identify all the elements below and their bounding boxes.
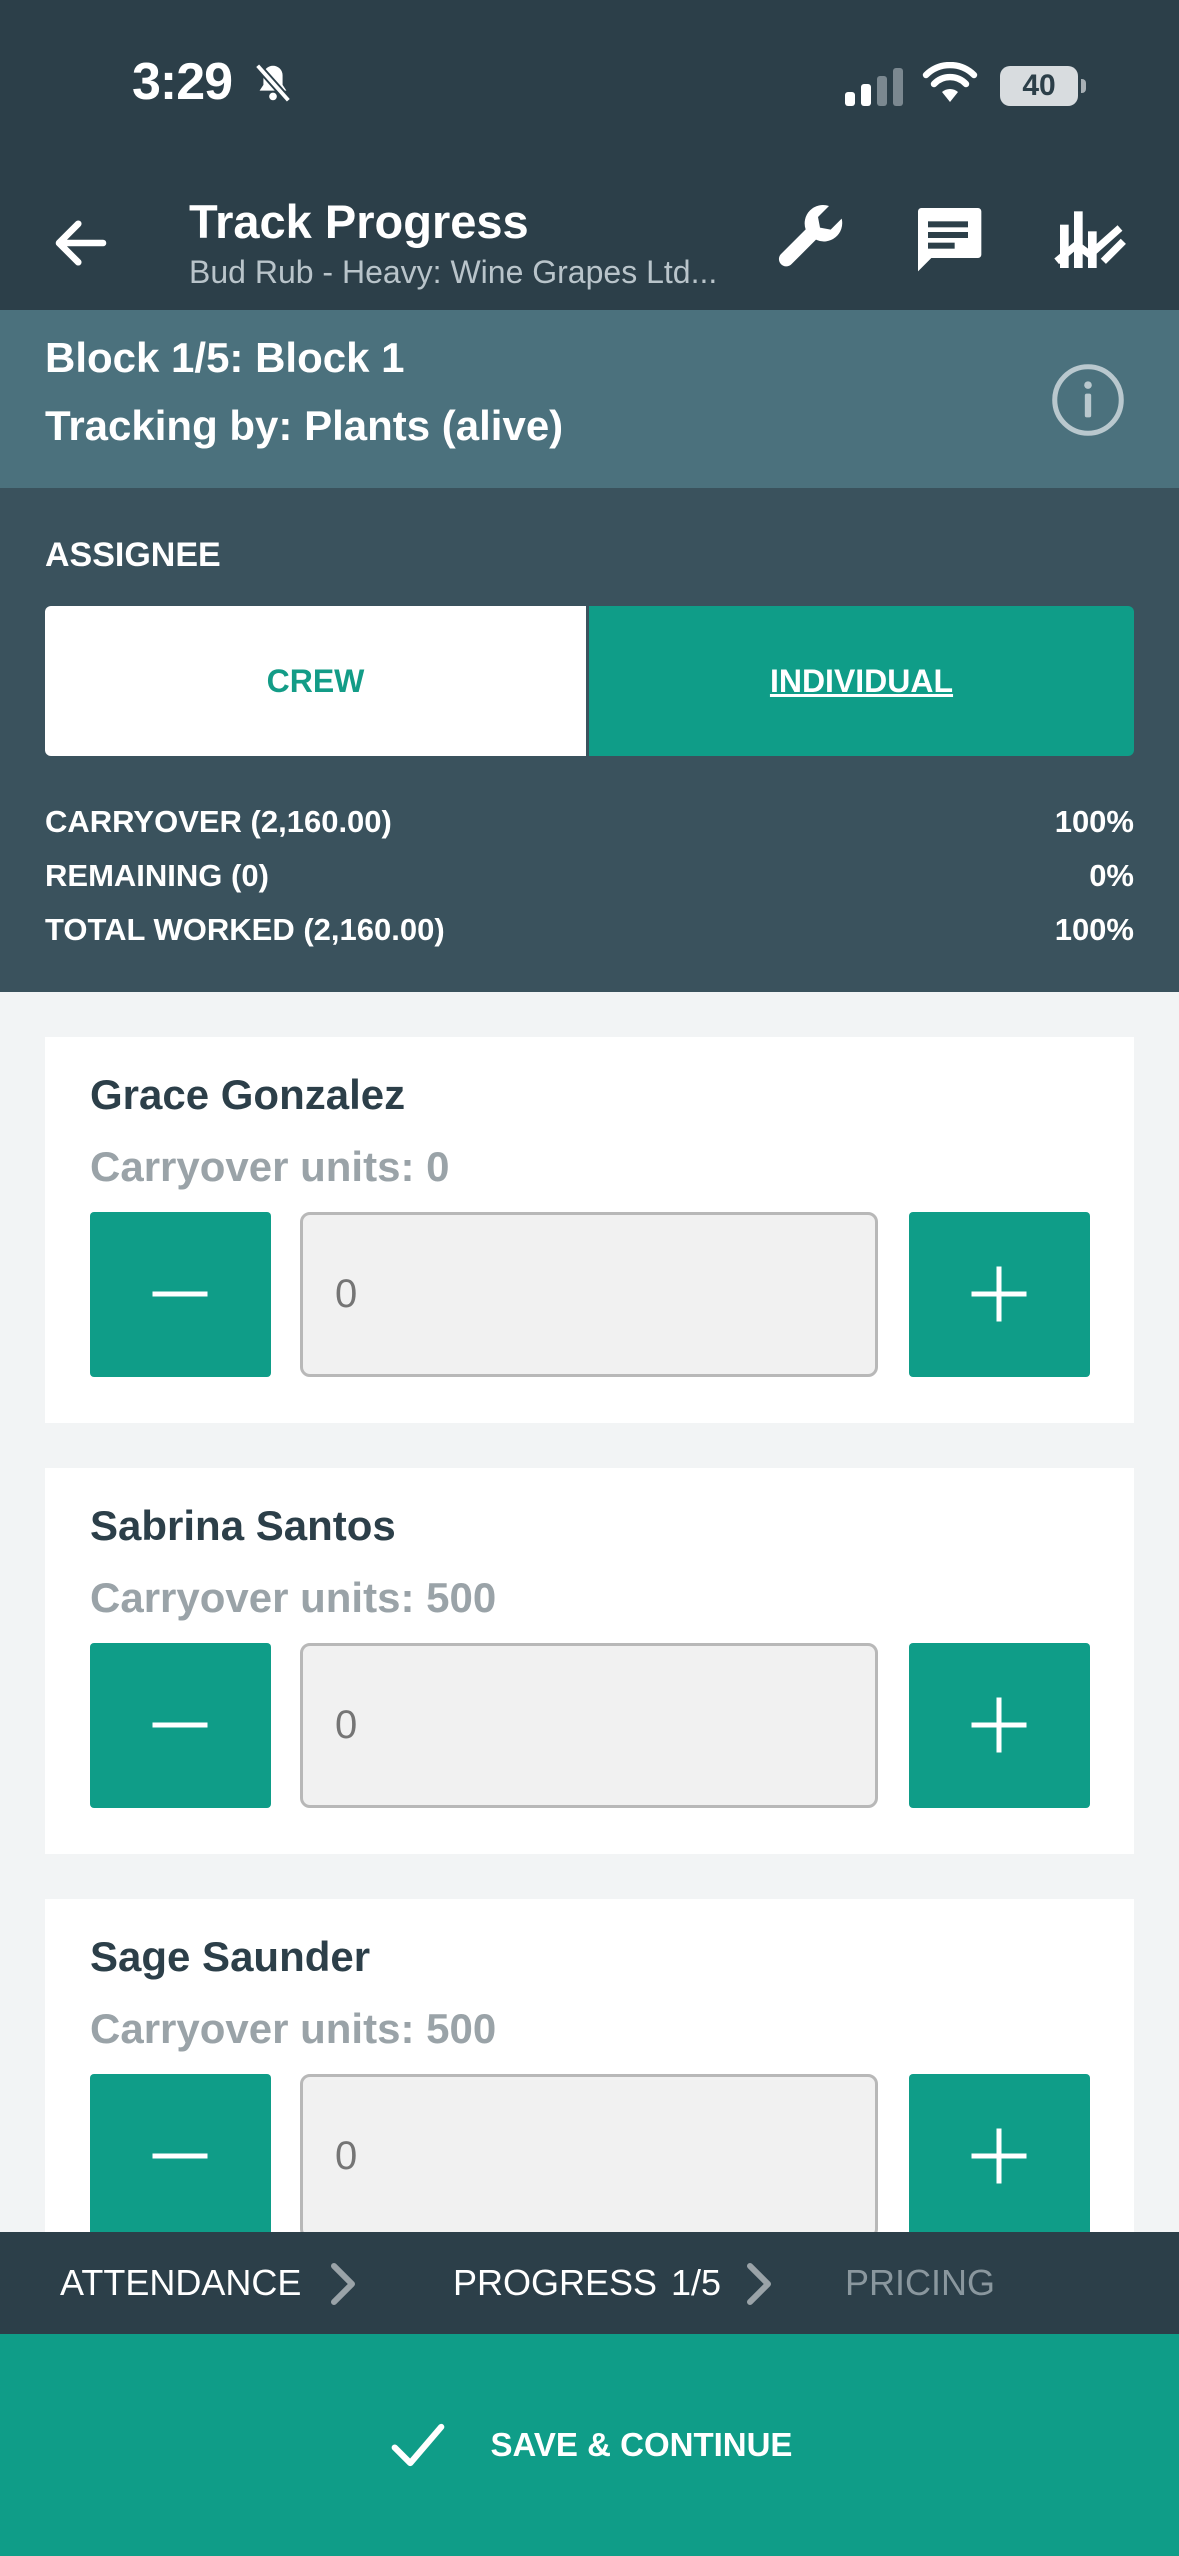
minus-icon [152,2153,208,2159]
quantity-input[interactable] [300,1643,878,1808]
stat-value: 0% [1089,858,1134,893]
info-icon[interactable] [1050,362,1126,438]
assignee-section: ASSIGNEE CREW INDIVIDUAL CARRYOVER (2,16… [0,488,1179,992]
worker-card: Sabrina Santos Carryover units: 500 [45,1468,1134,1854]
check-icon [391,2423,444,2467]
plus-icon [971,2128,1027,2184]
worker-card: Grace Gonzalez Carryover units: 0 [45,1037,1134,1423]
worker-name: Grace Gonzalez [90,1071,406,1118]
page-subtitle: Bud Rub - Heavy: Wine Grapes Ltd... [189,254,718,290]
status-bar: 3:29 40 [0,0,1179,175]
chevron-right-icon [747,2263,771,2305]
chart-icon[interactable] [1050,198,1130,278]
step-progress[interactable]: PROGRESS [453,2232,657,2334]
stat-value: 100% [1054,912,1134,947]
quantity-input[interactable] [300,1212,878,1377]
decrement-button[interactable] [90,2074,271,2239]
step-pricing[interactable]: PRICING [845,2232,995,2334]
assignee-label: ASSIGNEE [45,536,221,574]
carryover-units: Carryover units: 0 [90,1143,450,1190]
block-name: Block 1/5: Block 1 [45,334,405,381]
signal-icon [845,68,903,106]
save-continue-button[interactable]: SAVE & CONTINUE [0,2334,1179,2556]
save-label: SAVE & CONTINUE [490,2426,793,2463]
back-arrow-icon[interactable] [48,210,114,276]
worker-name: Sage Saunder [90,1933,371,1980]
stat-label: REMAINING (0) [45,858,269,893]
page-title: Track Progress [189,195,529,248]
wrench-icon[interactable] [770,198,850,278]
wifi-icon [922,62,978,102]
decrement-button[interactable] [90,1212,271,1377]
quantity-input[interactable] [300,2074,878,2239]
carryover-units: Carryover units: 500 [90,1574,497,1621]
crew-toggle[interactable]: CREW [45,606,586,756]
stat-carryover: CARRYOVER (2,160.00) 100% [45,804,1134,840]
minus-icon [152,1291,208,1297]
message-icon[interactable] [908,198,988,278]
stat-total-worked: TOTAL WORKED (2,160.00) 100% [45,912,1134,948]
decrement-button[interactable] [90,1643,271,1808]
stat-label: TOTAL WORKED (2,160.00) [45,912,445,947]
block-info-bar: Block 1/5: Block 1 Tracking by: Plants (… [0,310,1179,488]
increment-button[interactable] [909,2074,1090,2239]
step-attendance[interactable]: ATTENDANCE [60,2232,301,2334]
chevron-right-icon [331,2263,355,2305]
status-time: 3:29 [132,53,233,111]
plus-icon [971,1266,1027,1322]
step-progress-count: 1/5 [671,2262,722,2303]
worker-card: Sage Saunder Carryover units: 500 [45,1899,1134,2285]
increment-button[interactable] [909,1212,1090,1377]
stat-remaining: REMAINING (0) 0% [45,858,1134,894]
workflow-steps: ATTENDANCE PROGRESS 1/5 PRICING [0,2232,1179,2334]
individual-toggle[interactable]: INDIVIDUAL [589,606,1134,756]
bell-slash-icon [254,63,292,103]
plus-icon [971,1697,1027,1753]
carryover-units: Carryover units: 500 [90,2005,497,2052]
app-header: 3:29 40 Track Progress Bud Rub - Heavy: … [0,0,1179,310]
worker-name: Sabrina Santos [90,1502,396,1549]
tracking-label: Tracking by: Plants (alive) [45,402,564,449]
stat-value: 100% [1054,804,1134,839]
stat-label: CARRYOVER (2,160.00) [45,804,392,839]
battery-icon: 40 [1000,66,1086,106]
minus-icon [152,1722,208,1728]
increment-button[interactable] [909,1643,1090,1808]
